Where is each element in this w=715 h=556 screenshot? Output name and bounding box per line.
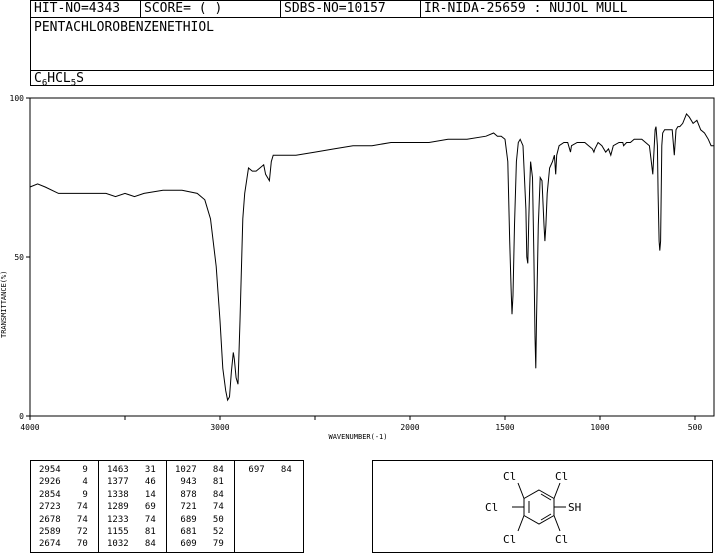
peak-table: 2954 9 2926 4 2854 9 2723 74 2678 74 2589 72 2… bbox=[30, 460, 304, 553]
x-tick-label: 4000 bbox=[20, 423, 39, 432]
atom-cl-bottom-right: Cl bbox=[555, 533, 568, 546]
y-axis-label: TRANSMITTANCE(%) bbox=[0, 271, 8, 338]
spectrum-line bbox=[29, 112, 714, 402]
peak-entry: 689 50 bbox=[175, 514, 224, 525]
peak-entry: 2589 72 bbox=[39, 527, 88, 538]
bond bbox=[517, 482, 525, 499]
x-tick-label: 1000 bbox=[590, 423, 609, 432]
peak-column: 2954 9 2926 4 2854 9 2723 74 2678 74 2589 72 2… bbox=[31, 461, 99, 552]
chemical-structure: Cl Cl Cl SH Cl Cl bbox=[372, 460, 713, 553]
peak-entry: 943 81 bbox=[175, 477, 224, 488]
score: SCORE= ( ) bbox=[141, 1, 281, 17]
y-tick-label: 0 bbox=[19, 412, 24, 421]
peak-entry: 2854 9 bbox=[39, 489, 88, 500]
ring-double-bond bbox=[540, 513, 552, 521]
ir-info: IR-NIDA-25659 : NUJOL MULL bbox=[424, 1, 628, 16]
atom-cl-left: Cl bbox=[485, 501, 498, 514]
bond bbox=[553, 515, 561, 532]
peak-entry: 2723 74 bbox=[39, 502, 88, 513]
formula-c: C bbox=[34, 71, 42, 86]
hit-number: HIT-NO=4343 bbox=[31, 1, 141, 17]
peak-entry: 2674 70 bbox=[39, 539, 88, 550]
atom-cl-bottom-left: Cl bbox=[503, 533, 516, 546]
ring-double-bond bbox=[540, 493, 552, 501]
ir-spectrum-chart: 100500 4000 3000 2000 1500 1000 500 TRANSMITT… bbox=[0, 94, 715, 441]
header-box: HIT-NO=4343 SCORE= ( ) SDBS-NO=10157 IR-… bbox=[30, 0, 714, 89]
bond bbox=[553, 482, 561, 499]
atom-sh: SH bbox=[568, 501, 581, 514]
peak-entry: 2926 4 bbox=[39, 477, 88, 488]
formula-hcl: HCL bbox=[47, 71, 71, 86]
molecular-formula: C6HCL5S bbox=[31, 70, 713, 89]
header-row: HIT-NO=4343 SCORE= ( ) SDBS-NO=10157 IR-… bbox=[31, 1, 713, 18]
peak-entry: 1032 84 bbox=[107, 539, 156, 550]
compound-name: PENTACHLOROBENZENETHIOL bbox=[34, 20, 215, 35]
peak-entry: 2954 9 bbox=[39, 465, 88, 475]
atom-cl-top-left: Cl bbox=[503, 470, 516, 483]
peak-entry: 1233 74 bbox=[107, 514, 156, 525]
peak-entry: 697 84 bbox=[243, 465, 292, 475]
sdbs-number: SDBS-NO=10157 bbox=[281, 1, 421, 17]
atom-cl-top-right: Cl bbox=[555, 470, 568, 483]
peak-entry: 878 84 bbox=[175, 489, 224, 500]
peak-entry: 1463 31 bbox=[107, 465, 156, 475]
x-tick-label: 2000 bbox=[400, 423, 419, 432]
y-tick-label: 100 bbox=[10, 94, 25, 103]
peak-entry: 1289 69 bbox=[107, 502, 156, 513]
formula-s: S bbox=[76, 71, 84, 86]
peak-column: 1027 84 943 81 878 84 721 74 689 50 681 … bbox=[167, 461, 235, 552]
peak-entry: 1155 81 bbox=[107, 527, 156, 538]
peak-entry: 609 79 bbox=[175, 539, 224, 550]
peak-entry: 721 74 bbox=[175, 502, 224, 513]
peak-column: 1463 31 1377 46 1338 14 1289 69 1233 74 1155 … bbox=[99, 461, 167, 552]
x-tick-label: 1500 bbox=[495, 423, 514, 432]
x-axis-label: WAVENUMBER(-1) bbox=[328, 433, 387, 441]
x-tick-label: 3000 bbox=[210, 423, 229, 432]
x-tick-label: 500 bbox=[688, 423, 703, 432]
bond bbox=[517, 515, 525, 532]
peak-entry: 1338 14 bbox=[107, 489, 156, 500]
structure-drawing: Cl Cl Cl SH Cl Cl bbox=[485, 470, 581, 546]
peak-entry: 1027 84 bbox=[175, 465, 224, 475]
peak-entry: 681 52 bbox=[175, 527, 224, 538]
peak-column: 697 84 bbox=[235, 461, 303, 552]
peak-entry: 2678 74 bbox=[39, 514, 88, 525]
peak-entry: 1377 46 bbox=[107, 477, 156, 488]
y-tick-label: 50 bbox=[14, 253, 24, 262]
